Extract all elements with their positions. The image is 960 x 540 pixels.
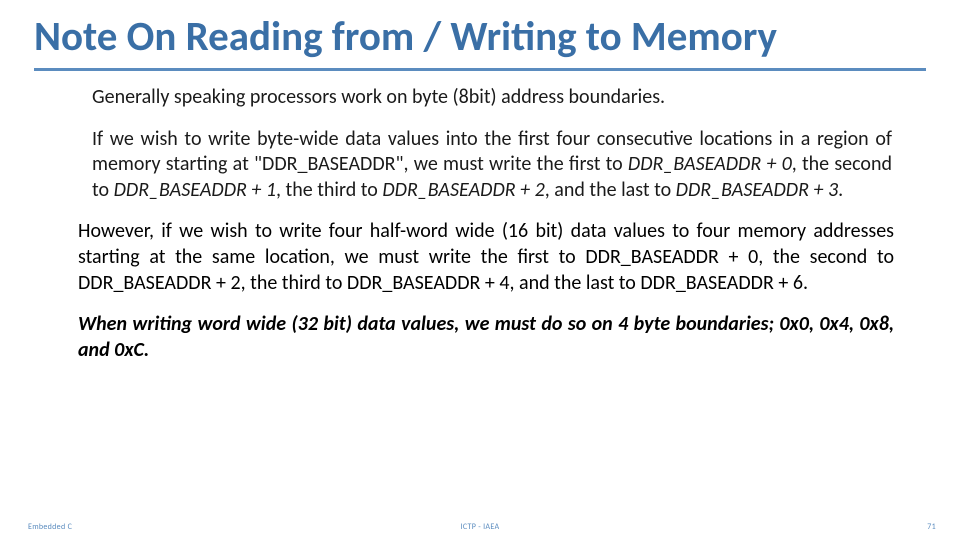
paragraph-3: However, if we wish to write four half-w… (78, 219, 894, 296)
p2-addr-2: DDR_BASEADDR + 2 (382, 178, 544, 202)
title-underline (34, 68, 926, 71)
p2-addr-3: DDR_BASEADDR + 3 (676, 178, 838, 202)
p2-run-d: , and the last to (545, 178, 676, 202)
paragraph-1: Generally speaking processors work on by… (92, 85, 892, 111)
p2-addr-0: DDR_BASEADDR + 0 (628, 152, 792, 176)
paragraph-2: If we wish to write byte-wide data value… (92, 127, 892, 204)
body-block-2: However, if we wish to write four half-w… (0, 219, 960, 363)
p2-run-c: , the third to (276, 178, 382, 202)
footer-center: ICTP - IAEA (0, 522, 960, 532)
p2-run-e: . (838, 178, 843, 202)
slide-title: Note On Reading from / Writing to Memory (0, 0, 960, 68)
slide: Note On Reading from / Writing to Memory… (0, 0, 960, 540)
p2-addr-1: DDR_BASEADDR + 1 (114, 178, 276, 202)
body-block-1: Generally speaking processors work on by… (0, 85, 960, 203)
footer: Embedded C ICTP - IAEA 71 (0, 522, 960, 532)
paragraph-4: When writing word wide (32 bit) data val… (78, 312, 894, 363)
